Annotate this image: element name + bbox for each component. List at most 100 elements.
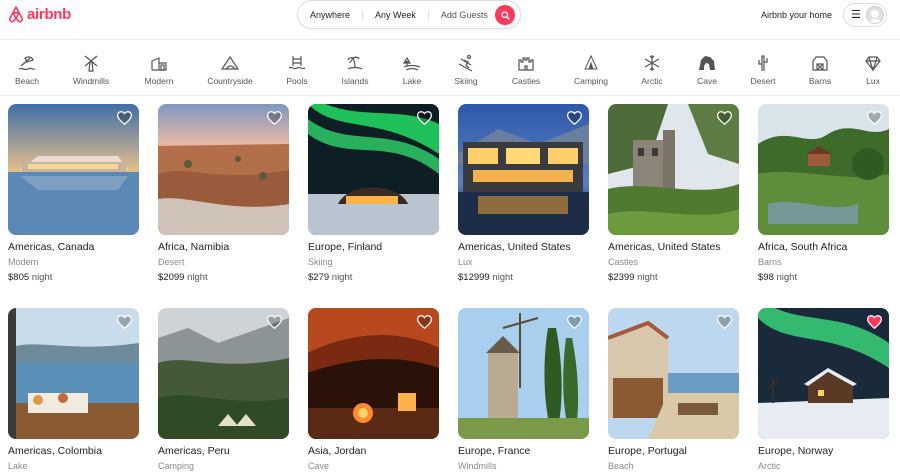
windmill-icon — [84, 55, 98, 72]
listing-photo[interactable] — [8, 308, 139, 439]
pool-icon — [288, 56, 306, 70]
category-lake[interactable]: Lake — [382, 54, 442, 86]
search-any-week[interactable]: Any Week — [362, 9, 428, 20]
listing-price: $12999 night — [458, 272, 589, 283]
category-pools[interactable]: Pools — [267, 54, 327, 86]
listing-location: Africa, Namibia — [158, 241, 230, 253]
category-windmills[interactable]: Windmills — [61, 54, 121, 86]
price-value: $279 — [308, 272, 330, 283]
favorite-heart-icon[interactable] — [267, 111, 282, 125]
category-barns[interactable]: Barns — [790, 54, 850, 86]
favorite-heart-icon[interactable] — [867, 315, 882, 329]
listing-photo[interactable] — [608, 308, 739, 439]
listing-photo[interactable] — [158, 104, 289, 235]
search-add-guests[interactable]: Add Guests — [427, 9, 500, 20]
cave-icon — [699, 56, 715, 70]
favorite-heart-icon[interactable] — [717, 111, 732, 125]
island-icon — [347, 56, 363, 70]
listing-location: Americas, Peru — [158, 445, 230, 457]
listing-card[interactable]: Americas, United States Castles $2399 ni… — [608, 104, 739, 283]
listing-photo[interactable] — [758, 104, 889, 235]
listing-location: Americas, Colombia — [8, 445, 102, 457]
listing-category: Lux — [458, 257, 473, 267]
beach-icon — [18, 56, 36, 71]
listing-card[interactable]: Europe, Finland Skiing $279 night — [308, 104, 439, 283]
search-bar[interactable]: Anywhere Any Week Add Guests — [297, 0, 521, 29]
search-button[interactable] — [495, 5, 515, 25]
listing-card[interactable]: Europe, France Windmills — [458, 308, 589, 471]
countryside-icon — [221, 55, 239, 70]
category-countryside[interactable]: Countryside — [200, 54, 260, 86]
listing-card[interactable]: Europe, Portugal Beach — [608, 308, 739, 471]
search-icon — [500, 10, 510, 20]
listing-card[interactable]: Africa, South Africa Barns $98 night — [758, 104, 889, 283]
airbnb-your-home-link[interactable]: Airbnb your home — [761, 10, 832, 20]
listing-location: Americas, Canada — [8, 241, 95, 253]
favorite-heart-icon[interactable] — [117, 315, 132, 329]
listing-category: Castles — [608, 257, 639, 267]
category-castles[interactable]: Castles — [496, 54, 556, 86]
category-islands[interactable]: Islands — [325, 54, 385, 86]
category-lux[interactable]: Lux — [843, 54, 900, 86]
listing-category: Windmills — [458, 461, 497, 471]
listing-category: Desert — [158, 257, 185, 267]
category-cave[interactable]: Cave — [677, 54, 737, 86]
listing-location: Asia, Jordan — [308, 445, 367, 457]
listing-photo[interactable] — [608, 104, 739, 235]
listing-category: Lake — [8, 461, 28, 471]
category-bar: Beach Windmills Modern Countryside Pools… — [0, 40, 900, 96]
category-arctic[interactable]: Arctic — [622, 54, 682, 86]
price-value: $12999 — [458, 272, 490, 283]
price-unit: night — [187, 272, 208, 283]
favorite-heart-icon[interactable] — [117, 111, 132, 125]
listing-card[interactable]: Europe, Norway Arctic — [758, 308, 889, 471]
hamburger-menu-icon: ☰ — [851, 8, 861, 21]
price-unit: night — [492, 272, 513, 283]
listing-card[interactable]: Americas, Peru Camping — [158, 308, 289, 471]
listing-card[interactable]: Americas, Colombia Lake — [8, 308, 139, 471]
favorite-heart-icon[interactable] — [267, 315, 282, 329]
price-unit: night — [331, 272, 353, 283]
listing-price: $2399 night — [608, 272, 739, 283]
listing-location: Africa, South Africa — [758, 241, 848, 253]
favorite-heart-icon[interactable] — [717, 315, 732, 329]
skiing-icon — [458, 54, 473, 72]
listing-card[interactable]: Americas, Canada Modern $805 night — [8, 104, 139, 283]
user-menu-button[interactable]: ☰ — [843, 3, 887, 27]
listing-photo[interactable] — [158, 308, 289, 439]
arctic-icon — [644, 55, 660, 71]
listing-photo[interactable] — [458, 104, 589, 235]
airbnb-logo[interactable]: airbnb — [8, 6, 71, 23]
listing-location: Europe, Norway — [758, 445, 834, 457]
favorite-heart-icon[interactable] — [417, 315, 432, 329]
price-unit: night — [637, 272, 658, 283]
listing-photo[interactable] — [8, 104, 139, 235]
category-camping[interactable]: Camping — [561, 54, 621, 86]
favorite-heart-icon[interactable] — [417, 111, 432, 125]
listing-photo[interactable] — [758, 308, 889, 439]
listing-photo[interactable] — [458, 308, 589, 439]
search-anywhere[interactable]: Anywhere — [298, 10, 362, 20]
listing-price: $279 night — [308, 272, 439, 283]
airbnb-logo-icon — [8, 6, 24, 23]
listing-location: Americas, United States — [458, 241, 571, 253]
category-beach[interactable]: Beach — [0, 54, 57, 86]
price-value: $2099 — [158, 272, 185, 283]
listing-location: Europe, France — [458, 445, 531, 457]
favorite-heart-icon[interactable] — [567, 315, 582, 329]
favorite-heart-icon[interactable] — [567, 111, 582, 125]
listing-location: Americas, United States — [608, 241, 721, 253]
lake-icon — [403, 56, 421, 71]
listing-photo[interactable] — [308, 104, 439, 235]
listing-category: Barns — [758, 257, 782, 267]
listing-card[interactable]: Americas, United States Lux $12999 night — [458, 104, 589, 283]
listing-card[interactable]: Asia, Jordan Cave — [308, 308, 439, 471]
listing-photo[interactable] — [308, 308, 439, 439]
category-skiing[interactable]: Skiing — [436, 54, 496, 86]
category-modern[interactable]: Modern — [129, 54, 189, 86]
listing-category: Camping — [158, 461, 195, 471]
favorite-heart-icon[interactable] — [867, 111, 882, 125]
camping-icon — [584, 54, 598, 70]
listing-card[interactable]: Africa, Namibia Desert $2099 night — [158, 104, 289, 283]
category-desert[interactable]: Desert — [733, 54, 793, 86]
